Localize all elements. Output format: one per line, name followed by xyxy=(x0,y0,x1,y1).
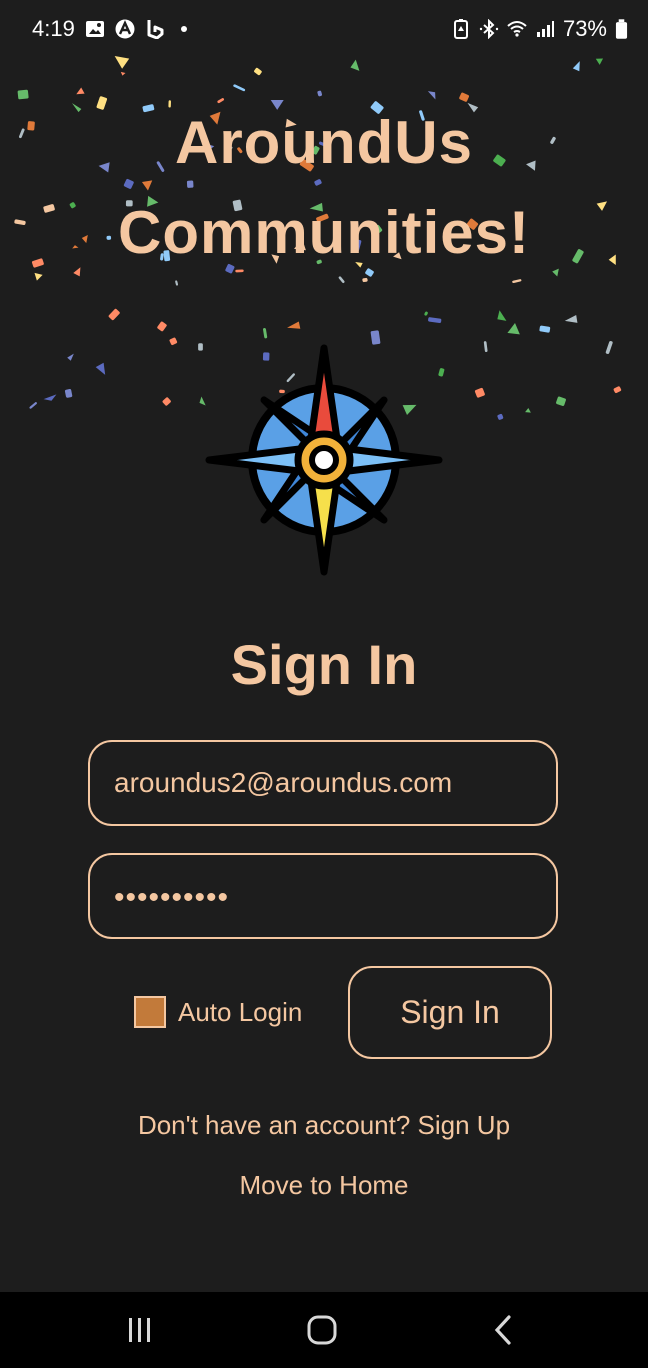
confetti-piece xyxy=(263,327,268,339)
confetti-piece xyxy=(512,279,522,284)
email-input[interactable] xyxy=(90,742,556,824)
confetti-piece xyxy=(350,59,360,71)
confetti-piece xyxy=(507,323,520,335)
navigation-bar xyxy=(0,1292,648,1368)
home-icon[interactable] xyxy=(302,1310,342,1350)
confetti-piece xyxy=(254,67,262,76)
confetti-piece xyxy=(108,308,120,321)
app-title: AroundUs Communities! xyxy=(0,98,648,278)
confetti-piece xyxy=(287,321,301,329)
confetti-piece xyxy=(497,413,504,420)
battery-percent: 73% xyxy=(562,16,607,41)
confetti-piece xyxy=(564,315,578,323)
confetti-piece xyxy=(175,280,178,286)
confetti-piece xyxy=(362,277,368,283)
email-field[interactable] xyxy=(88,740,558,826)
confetti-piece xyxy=(595,58,604,65)
status-time: 4:19 xyxy=(32,16,75,41)
confetti-piece xyxy=(424,311,428,316)
confetti-piece xyxy=(29,402,37,409)
notification-dot xyxy=(180,26,187,32)
confetti-piece xyxy=(428,317,442,324)
confetti-piece xyxy=(483,341,488,353)
confetti-piece xyxy=(114,55,130,69)
app-title-line2: Communities! xyxy=(117,199,531,266)
app-title-line1: AroundUs xyxy=(175,109,473,176)
confetti-piece xyxy=(95,362,106,375)
move-to-home-link[interactable]: Move to Home xyxy=(0,1170,648,1201)
confetti-piece xyxy=(474,387,485,398)
confetti-piece xyxy=(317,90,322,97)
confetti-piece xyxy=(120,71,126,76)
sign-in-heading: Sign In xyxy=(230,633,418,696)
bing-icon xyxy=(147,20,164,39)
confetti-piece xyxy=(67,353,74,361)
confetti-piece xyxy=(169,337,178,346)
bluetooth-icon xyxy=(479,19,499,39)
password-input[interactable]: •••••••••• xyxy=(114,881,229,915)
confetti-piece xyxy=(64,389,73,398)
auto-login-checkbox[interactable] xyxy=(134,996,166,1028)
confetti-piece xyxy=(497,310,507,321)
auto-login-option[interactable]: Auto Login xyxy=(134,996,302,1028)
sign-up-link[interactable]: Don't have an account? Sign Up xyxy=(0,1110,648,1141)
battery-icon xyxy=(615,18,628,39)
auto-login-label: Auto Login xyxy=(178,996,303,1027)
gallery-icon xyxy=(85,21,104,37)
battery-saver-icon xyxy=(453,19,468,39)
password-field[interactable]: •••••••••• xyxy=(88,853,558,939)
confetti-piece xyxy=(157,321,167,332)
wifi-icon xyxy=(507,21,527,37)
confetti-piece xyxy=(525,408,531,413)
back-icon[interactable] xyxy=(484,1310,524,1350)
sign-in-button[interactable]: Sign In xyxy=(348,966,552,1059)
recents-icon[interactable] xyxy=(120,1310,160,1350)
confetti-piece xyxy=(233,84,246,92)
confetti-piece xyxy=(43,394,57,401)
app-a-icon xyxy=(115,19,135,39)
confetti-piece xyxy=(162,397,171,406)
confetti-piece xyxy=(76,87,85,95)
confetti-piece xyxy=(613,386,622,394)
confetti-piece xyxy=(572,61,580,72)
confetti-piece xyxy=(539,325,551,333)
confetti-piece xyxy=(556,396,566,406)
compass-icon xyxy=(205,344,443,576)
signal-icon xyxy=(536,21,554,37)
confetti-piece xyxy=(605,341,613,354)
sign-in-screen: 4:19 73% AroundUs Communities! Sign In a… xyxy=(0,0,648,1368)
